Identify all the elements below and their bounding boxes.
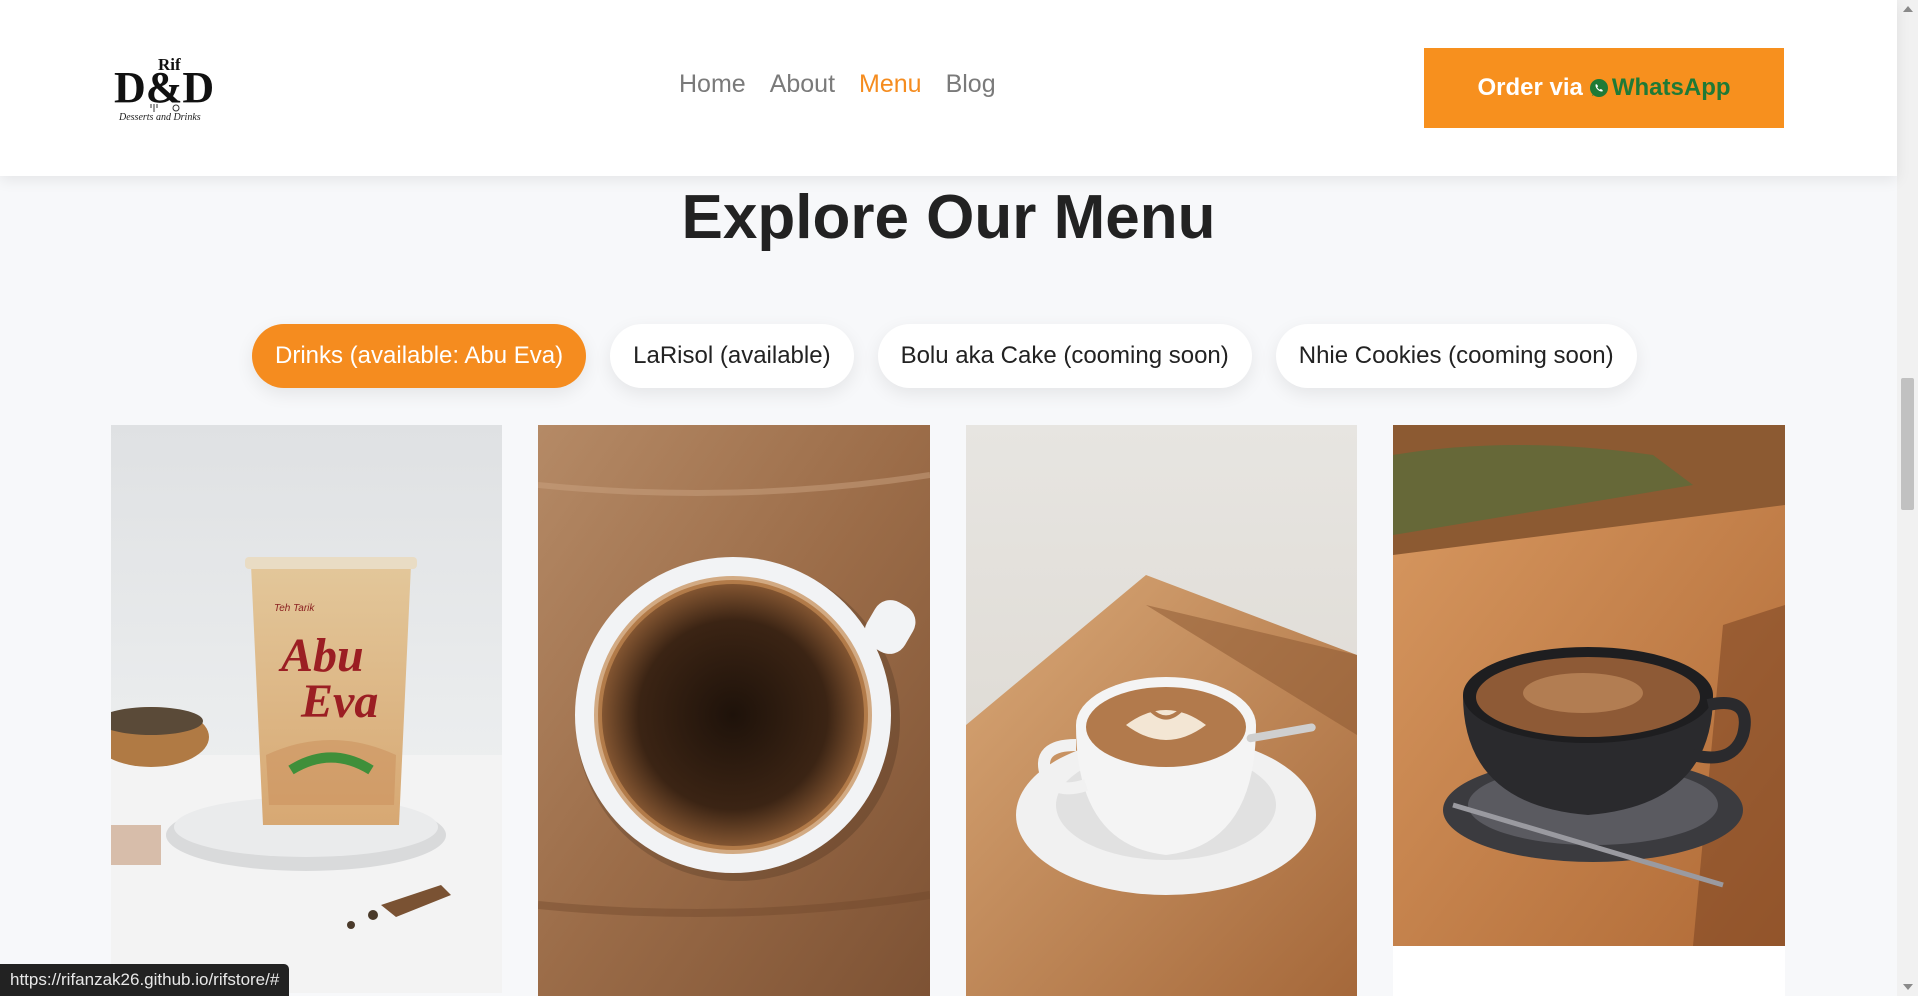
- whatsapp-icon: [1589, 79, 1608, 97]
- order-channel: WhatsApp: [1611, 74, 1731, 101]
- page-title: Explore Our Menu: [681, 183, 1216, 252]
- order-prefix: Order via: [1477, 74, 1583, 101]
- scroll-down-arrow-icon[interactable]: [1903, 984, 1913, 990]
- nav-home[interactable]: Home: [679, 70, 746, 99]
- page-scrollbar[interactable]: [1897, 0, 1918, 996]
- menu-card-latte[interactable]: [966, 425, 1357, 996]
- link-status-bar: https://rifanzak26.github.io/rifstore/#: [0, 964, 290, 996]
- filter-drinks[interactable]: Drinks (available: Abu Eva): [252, 324, 587, 388]
- filter-cookies[interactable]: Nhie Cookies (cooming soon): [1275, 324, 1637, 388]
- main-nav: Home About Menu Blog: [679, 70, 1020, 99]
- black-coffee-image: [538, 425, 930, 996]
- cappuccino-image: [1393, 425, 1785, 946]
- scroll-up-arrow-icon[interactable]: [1903, 6, 1913, 12]
- card-caption-area: [1393, 946, 1785, 996]
- menu-card-black-coffee[interactable]: [538, 425, 930, 996]
- svg-text:Desserts and Drinks: Desserts and Drinks: [118, 112, 201, 123]
- filter-cake[interactable]: Bolu aka Cake (cooming soon): [877, 324, 1252, 388]
- site-header: Rif D&D Desserts and Drinks Home About M…: [0, 0, 1897, 176]
- latte-art-image: [966, 425, 1357, 996]
- nav-about[interactable]: About: [770, 70, 835, 99]
- menu-card-cappuccino[interactable]: [1393, 425, 1785, 946]
- svg-text:Teh Tarik: Teh Tarik: [274, 603, 315, 614]
- nav-blog[interactable]: Blog: [946, 70, 996, 99]
- scroll-thumb[interactable]: [1901, 378, 1914, 510]
- svg-text:Eva: Eva: [300, 675, 378, 728]
- brand-logo[interactable]: Rif D&D Desserts and Drinks: [114, 52, 222, 124]
- menu-category-filters: Drinks (available: Abu Eva) LaRisol (ava…: [252, 324, 1637, 388]
- filter-larisol[interactable]: LaRisol (available): [610, 324, 854, 388]
- order-whatsapp-button[interactable]: Order via WhatsApp: [1424, 48, 1784, 128]
- abu-eva-product-image: Teh Tarik Abu Eva: [111, 425, 502, 993]
- menu-card-abu-eva[interactable]: Teh Tarik Abu Eva: [111, 425, 502, 993]
- svg-text:D&D: D&D: [114, 63, 214, 112]
- nav-menu[interactable]: Menu: [859, 70, 922, 99]
